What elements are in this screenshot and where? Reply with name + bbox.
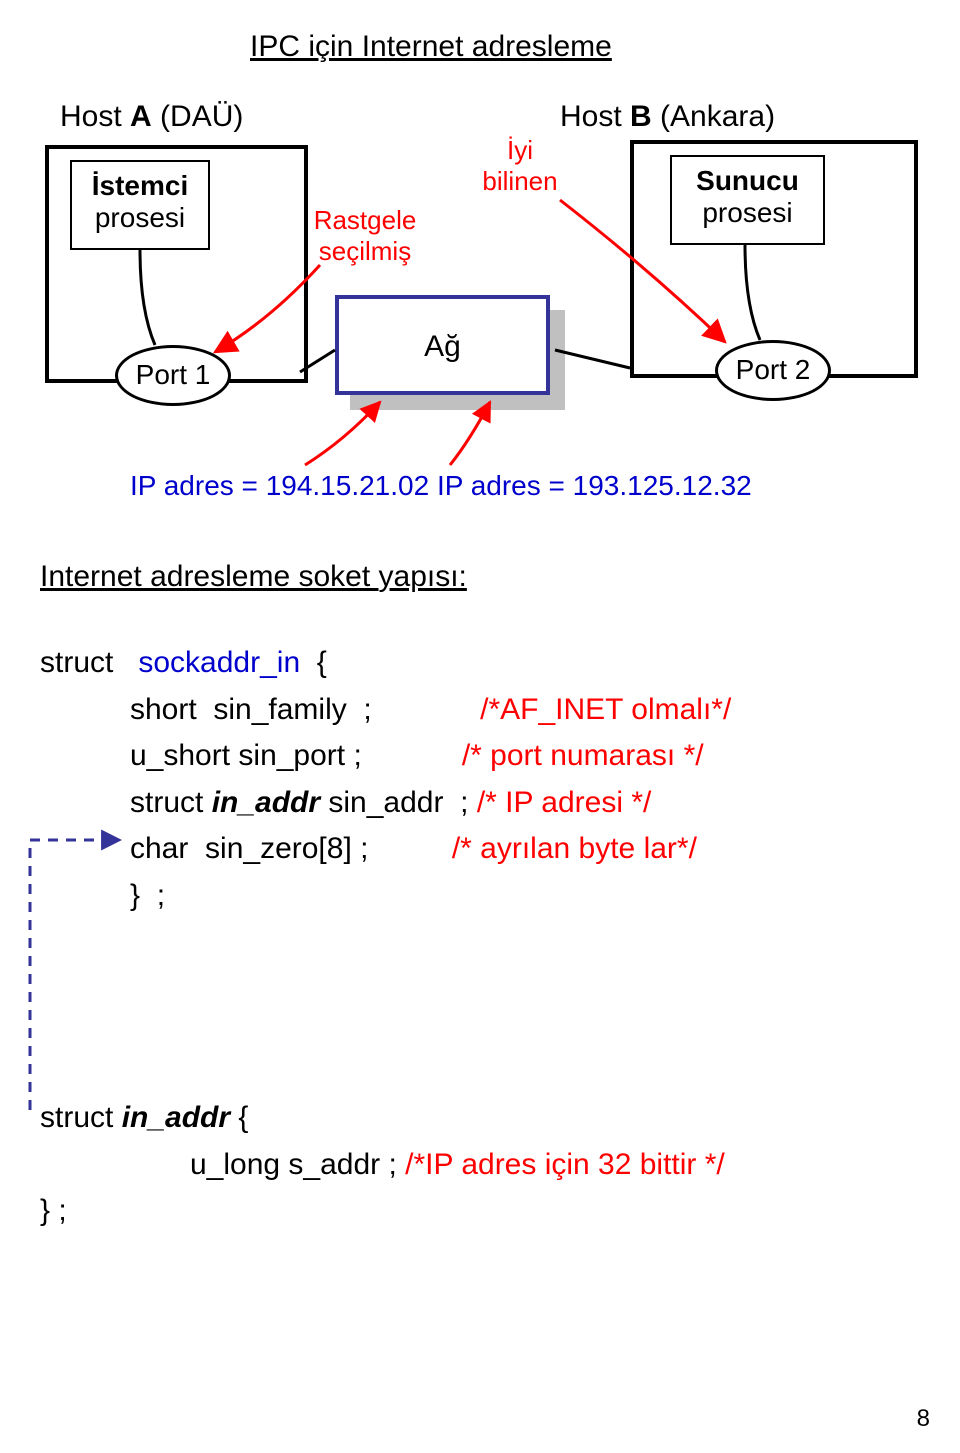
struct1-open-pre: struct [40,646,138,679]
host-b-label: Host B (Ankara) [560,100,775,134]
ip-address-line: IP adres = 194.15.21.02 IP adres = 193.1… [130,470,752,502]
struct1-l2-pre: u_short sin_port ; [130,739,362,772]
struct1-l3-cmt: /* IP adresi */ [477,786,652,819]
struct-heading-post: yapısı: [379,560,467,593]
host-b-bold: B [630,100,652,133]
struct1-l3: struct in_addr sin_addr ; /* IP adresi *… [40,780,920,827]
struct1-l3-post: sin_addr ; [320,786,477,819]
port1-ellipse: Port 1 [115,345,231,406]
host-b-pre: Host [560,100,630,133]
server-line1: Sunucu [672,165,823,197]
host-a-label: Host A (DAÜ) [60,100,243,134]
network-box: Ağ [335,295,550,395]
struct1-l1-cmt: /*AF_INET olmalı*/ [480,693,731,726]
server-line2: prosesi [672,197,823,229]
struct-heading-pre: Internet adresleme soket [40,560,379,593]
client-line2: prosesi [72,202,208,234]
struct1-close-txt: } ; [130,879,165,912]
port2-ellipse: Port 2 [715,340,831,401]
iyi-l2: bilinen [465,166,575,197]
struct2-l1-cmt: /*IP adres için 32 bittir */ [405,1148,725,1181]
struct-in-addr: struct in_addr { u_long s_addr ; /*IP ad… [40,1095,920,1235]
struct1-type: sockaddr_in [138,646,300,679]
struct1-l3-ital: in_addr [212,786,320,819]
struct1-l4-cmt: /* ayrılan byte lar*/ [452,832,697,865]
ip1: 194.15.21.02 [266,470,430,501]
struct1-l2-cmt: /* port numarası */ [462,739,704,772]
struct1-l4: char sin_zero[8] ; /* ayrılan byte lar*/ [40,826,920,873]
struct2-open: struct in_addr { [40,1095,920,1142]
struct1-l3-pre: struct [130,786,212,819]
client-process-box: İstemci prosesi [70,160,210,250]
struct1-l2: u_short sin_port ; /* port numarası */ [40,733,920,780]
ip-pre1: IP adres = [130,470,266,501]
iyi-l1: İyi [465,135,575,166]
struct1-open-post: { [300,646,327,679]
rastgele-label: Rastgele seçilmiş [295,205,435,267]
struct2-l1-pre: u_long s_addr ; [190,1148,397,1181]
ip-mid: IP adres = [429,470,572,501]
rastgele-l1: Rastgele [295,205,435,236]
struct1-l4-pre: char sin_zero[8] ; [130,832,368,865]
struct2-close: } ; [40,1188,920,1235]
struct1-l1-pre: short sin_family ; [130,693,372,726]
struct1-l1: short sin_family ; /*AF_INET olmalı*/ [40,687,920,734]
host-b-post: (Ankara) [652,100,775,133]
page-title: IPC için Internet adresleme [250,30,612,64]
struct2-close-txt: } ; [40,1194,67,1227]
struct-heading: Internet adresleme soket yapısı: [40,560,467,594]
struct-sockaddr-in: struct sockaddr_in { short sin_family ; … [40,640,920,919]
struct2-open-post: { [230,1101,248,1134]
struct2-l1: u_long s_addr ; /*IP adres için 32 bitti… [40,1142,920,1189]
host-a-bold: A [130,100,152,133]
struct2-open-pre: struct [40,1101,122,1134]
struct1-open: struct sockaddr_in { [40,640,920,687]
server-process-box: Sunucu prosesi [670,155,825,245]
page-number: 8 [917,1405,930,1433]
struct2-open-ital: in_addr [122,1101,230,1134]
client-line1: İstemci [72,170,208,202]
ip2: 193.125.12.32 [573,470,752,501]
iyi-bilinen-label: İyi bilinen [465,135,575,197]
host-a-post: (DAÜ) [152,100,244,133]
rastgele-l2: seçilmiş [295,236,435,267]
struct1-close: } ; [40,873,920,920]
host-a-pre: Host [60,100,130,133]
